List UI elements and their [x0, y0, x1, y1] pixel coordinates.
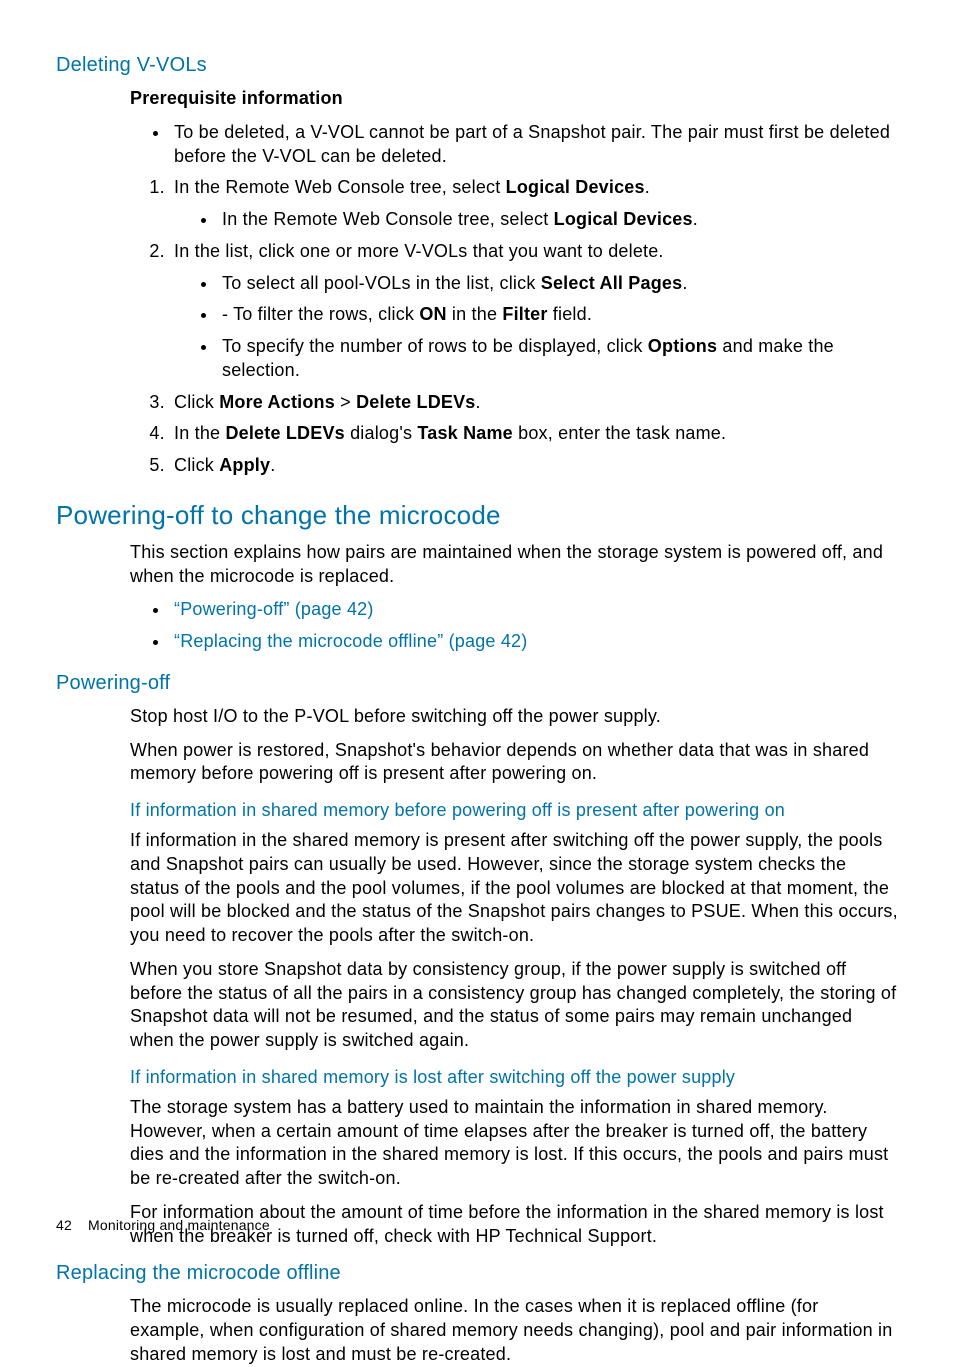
list-item: In the list, click one or more V-VOLs th…	[170, 240, 898, 383]
text-bold: ON	[419, 304, 446, 324]
list-item: In the Delete LDEVs dialog's Task Name b…	[170, 422, 898, 446]
text: >	[335, 392, 356, 412]
list-item: “Replacing the microcode offline” (page …	[170, 630, 898, 654]
prerequisite-heading: Prerequisite information	[130, 87, 898, 111]
page-footer: 42 Monitoring and maintenance	[56, 1217, 270, 1233]
text-bold: Delete LDEVs	[356, 392, 475, 412]
text: To select all pool-VOLs in the list, cli…	[222, 273, 541, 293]
text: In the list, click one or more V-VOLs th…	[174, 241, 664, 261]
text: In the Remote Web Console tree, select	[174, 177, 506, 197]
procedure-list: In the Remote Web Console tree, select L…	[130, 176, 898, 478]
text: - To filter the rows, click	[222, 304, 419, 324]
cross-reference-link[interactable]: “Replacing the microcode offline” (page …	[174, 631, 527, 651]
section-body: Prerequisite information To be deleted, …	[130, 87, 898, 478]
page-number: 42	[56, 1217, 72, 1233]
text: To specify the number of rows to be disp…	[222, 336, 648, 356]
text-bold: Options	[648, 336, 717, 356]
text-bold: Delete LDEVs	[225, 423, 344, 443]
heading-deleting-vvols: Deleting V-VOLs	[56, 54, 898, 77]
prerequisite-list: To be deleted, a V-VOL cannot be part of…	[130, 121, 898, 169]
text: .	[682, 273, 687, 293]
text-bold: More Actions	[219, 392, 335, 412]
text-bold: Task Name	[417, 423, 513, 443]
list-item: In the Remote Web Console tree, select L…	[218, 208, 898, 232]
text: .	[270, 455, 275, 475]
section-body: Stop host I/O to the P-VOL before switch…	[130, 705, 898, 1249]
text: .	[645, 177, 650, 197]
text-bold: Select All Pages	[541, 273, 683, 293]
subheading-info-lost: If information in shared memory is lost …	[130, 1067, 898, 1088]
paragraph: The microcode is usually replaced online…	[130, 1295, 898, 1366]
text: Click	[174, 455, 219, 475]
list-item: Click More Actions > Delete LDEVs.	[170, 391, 898, 415]
cross-reference-link[interactable]: “Powering-off” (page 42)	[174, 599, 374, 619]
text-bold: Filter	[502, 304, 547, 324]
sub-list: In the Remote Web Console tree, select L…	[174, 208, 898, 232]
section-body: This section explains how pairs are main…	[130, 541, 898, 654]
text-bold: Logical Devices	[506, 177, 645, 197]
text: .	[476, 392, 481, 412]
sub-list: To select all pool-VOLs in the list, cli…	[174, 272, 898, 383]
text: .	[693, 209, 698, 229]
list-item: In the Remote Web Console tree, select L…	[170, 176, 898, 232]
text-bold: Logical Devices	[554, 209, 693, 229]
footer-title: Monitoring and maintenance	[88, 1217, 270, 1233]
text: In the	[174, 423, 225, 443]
text: field.	[548, 304, 592, 324]
page-container: Deleting V-VOLs Prerequisite information…	[0, 0, 954, 1271]
paragraph: If information in the shared memory is p…	[130, 829, 898, 948]
section-body: The microcode is usually replaced online…	[130, 1295, 898, 1366]
heading-powering-off-microcode: Powering-off to change the microcode	[56, 500, 898, 531]
list-item: - To filter the rows, click ON in the Fi…	[218, 303, 898, 327]
text: in the	[447, 304, 503, 324]
text: In the Remote Web Console tree, select	[222, 209, 554, 229]
heading-powering-off: Powering-off	[56, 672, 898, 695]
text: Click	[174, 392, 219, 412]
list-item: To be deleted, a V-VOL cannot be part of…	[170, 121, 898, 169]
heading-replacing-microcode: Replacing the microcode offline	[56, 1262, 898, 1285]
paragraph: When power is restored, Snapshot's behav…	[130, 739, 898, 787]
text: dialog's	[345, 423, 417, 443]
paragraph: When you store Snapshot data by consiste…	[130, 958, 898, 1053]
paragraph: Stop host I/O to the P-VOL before switch…	[130, 705, 898, 729]
text-bold: Apply	[219, 455, 270, 475]
list-item: Click Apply.	[170, 454, 898, 478]
list-item: “Powering-off” (page 42)	[170, 598, 898, 622]
text: box, enter the task name.	[513, 423, 726, 443]
link-list: “Powering-off” (page 42) “Replacing the …	[130, 598, 898, 654]
paragraph: The storage system has a battery used to…	[130, 1096, 898, 1191]
list-item: To select all pool-VOLs in the list, cli…	[218, 272, 898, 296]
paragraph: This section explains how pairs are main…	[130, 541, 898, 589]
list-item: To specify the number of rows to be disp…	[218, 335, 898, 383]
subheading-info-present: If information in shared memory before p…	[130, 800, 898, 821]
